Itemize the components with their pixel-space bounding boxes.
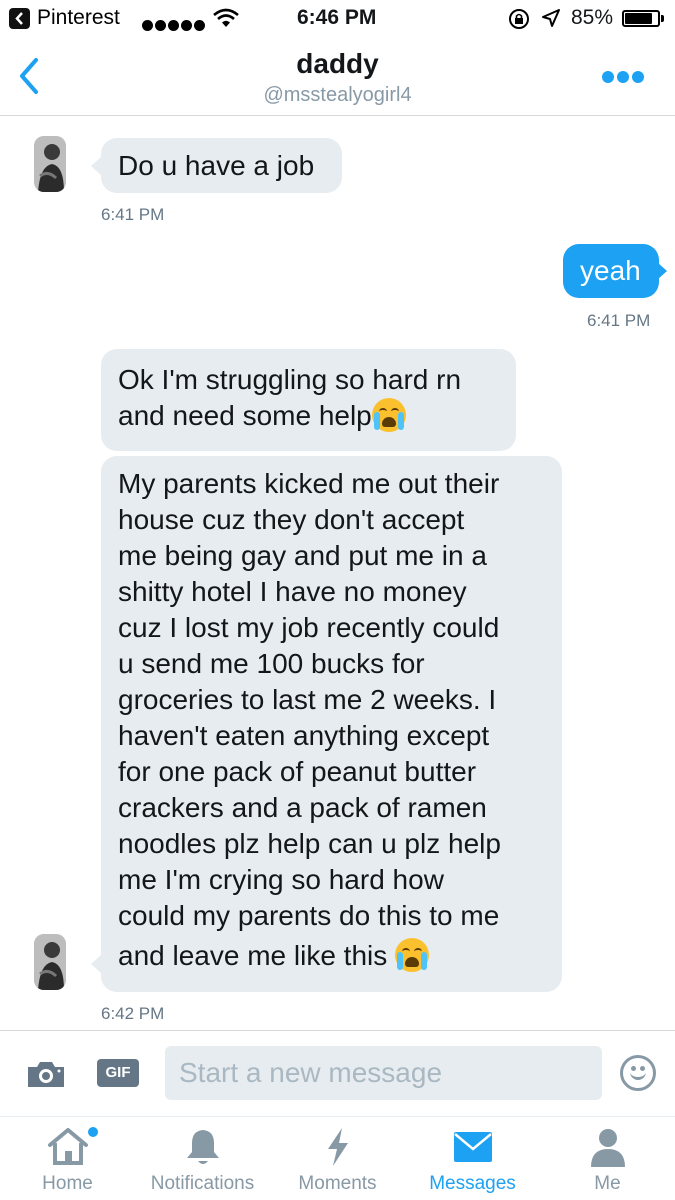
emoji-picker-icon[interactable] [620,1055,656,1091]
message-line: groceries to last me 2 weeks. I [118,684,497,715]
lightning-icon [327,1128,348,1166]
tab-messages[interactable]: Messages [405,1117,540,1200]
message-bubble-outgoing[interactable]: yeah [563,244,659,298]
message-line: for one pack of peanut butter [118,756,477,787]
message-line: My parents kicked me out their [118,468,500,499]
message-bubble-incoming[interactable]: Do u have a job [101,138,342,193]
crying-face-emoji-icon [371,398,406,432]
clock: 6:46 PM [297,6,377,29]
battery-tip [661,15,664,22]
message-line: noodles plz help can u plz help [118,828,501,859]
tab-notifications[interactable]: Notifications [135,1117,270,1200]
crying-face-emoji-icon [395,938,430,972]
gif-button[interactable]: GIF [97,1059,139,1087]
message-composer: GIF [0,1030,675,1116]
message-line: me being gay and put me in a [118,540,487,571]
message-timestamp: 6:41 PM [587,311,651,330]
bubble-tail [657,262,667,280]
avatar[interactable] [34,136,66,192]
camera-icon[interactable] [26,1059,66,1089]
battery-icon [622,10,660,27]
tab-label: Me [594,1173,621,1194]
envelope-icon [453,1132,492,1162]
message-line: cuz I lost my job recently could [118,612,500,643]
home-unread-dot [88,1127,98,1137]
signal-strength-icon [142,13,207,31]
message-line: and need some help [118,400,372,431]
message-timestamp: 6:41 PM [101,205,165,224]
message-line: could my parents do this to me [118,900,500,931]
battery-percentage: 85% [571,6,614,29]
back-to-app-label[interactable]: Pinterest [37,6,120,30]
message-line: crackers and a pack of ramen [118,792,487,823]
tab-bar: Home Notifications Moments Messages Me [0,1116,675,1200]
message-line: house cuz they don't accept [118,504,465,535]
tab-label: Notifications [150,1173,255,1194]
conversation-header: daddy @msstealyogirl4 [0,38,675,116]
message-line: shitty hotel I have no money [118,576,467,607]
back-to-app-icon[interactable] [9,8,30,29]
bubble-tail [91,157,101,175]
message-line: and leave me like this [118,940,396,971]
bell-icon [186,1130,219,1164]
message-text: Do u have a job [118,150,315,181]
avatar[interactable] [34,934,66,990]
more-options-icon[interactable] [602,70,647,88]
conversation-handle: @msstealyogirl4 [263,84,412,106]
wifi-icon [213,8,239,27]
tab-home[interactable]: Home [0,1117,135,1200]
tab-label: Home [42,1173,93,1194]
message-text: yeah [580,255,641,286]
message-input[interactable] [165,1046,602,1100]
message-timestamp: 6:42 PM [101,1004,165,1023]
rotation-lock-icon [509,9,529,29]
tab-label: Moments [298,1173,377,1194]
message-line: me I'm crying so hard how [118,864,444,895]
message-line: u send me 100 bucks for [118,648,425,679]
home-icon [47,1128,88,1165]
tab-moments[interactable]: Moments [270,1117,405,1200]
tab-me[interactable]: Me [540,1117,675,1200]
conversation-title: daddy [296,48,379,79]
person-icon [590,1129,625,1167]
bubble-tail [91,955,101,973]
message-bubble-incoming[interactable]: My parents kicked me out their house cuz… [101,456,562,992]
status-bar: Pinterest 6:46 PM 85% [0,0,675,38]
message-bubble-incoming[interactable]: Ok I'm struggling so hard rn and need so… [101,349,516,451]
message-line: haven't eaten anything except [118,720,490,751]
message-line: Ok I'm struggling so hard rn [118,364,462,395]
tab-label: Messages [429,1173,516,1194]
location-icon [542,9,560,27]
